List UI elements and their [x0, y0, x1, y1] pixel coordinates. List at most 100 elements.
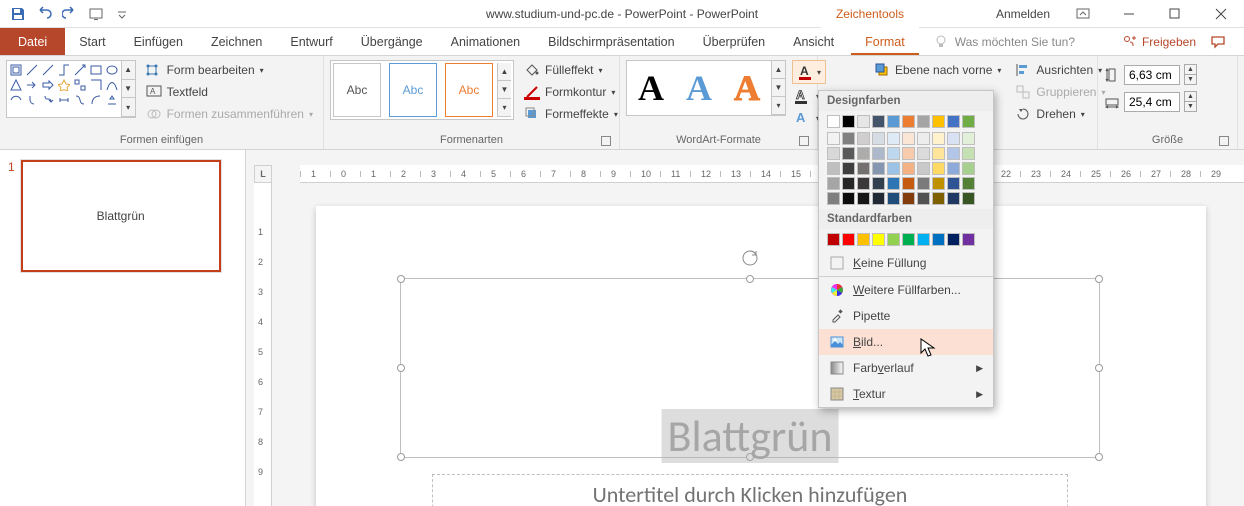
slide-thumbnail-1[interactable]: Blattgrün	[21, 160, 221, 272]
shape-style-2[interactable]: Abc	[389, 63, 437, 117]
tab-animations[interactable]: Animationen	[437, 28, 535, 55]
color-swatch[interactable]	[947, 177, 960, 190]
subtitle-textbox[interactable]: Untertitel durch Klicken hinzufügen	[432, 474, 1068, 506]
styles-scroll[interactable]: ▲▼▾	[497, 63, 511, 117]
texture-item[interactable]: Textur▶	[819, 381, 993, 407]
edit-shape-button[interactable]: Form bearbeiten▾	[142, 60, 317, 80]
color-swatch[interactable]	[932, 177, 945, 190]
color-swatch[interactable]	[857, 162, 870, 175]
color-swatch[interactable]	[857, 177, 870, 190]
color-swatch[interactable]	[842, 233, 855, 246]
color-swatch[interactable]	[962, 147, 975, 160]
color-swatch[interactable]	[872, 115, 885, 128]
resize-handle[interactable]	[397, 453, 405, 461]
gallery-scroll[interactable]: ▲▼▾	[121, 61, 135, 117]
undo-button[interactable]	[32, 2, 56, 26]
tab-insert[interactable]: Einfügen	[120, 28, 197, 55]
color-swatch[interactable]	[917, 233, 930, 246]
tab-review[interactable]: Überprüfen	[689, 28, 780, 55]
comments-icon[interactable]	[1210, 34, 1226, 50]
color-swatch[interactable]	[917, 177, 930, 190]
color-swatch[interactable]	[827, 162, 840, 175]
color-swatch[interactable]	[947, 132, 960, 145]
qat-customize-button[interactable]	[110, 2, 134, 26]
color-swatch[interactable]	[887, 233, 900, 246]
color-swatch[interactable]	[932, 192, 945, 205]
color-swatch[interactable]	[842, 132, 855, 145]
color-swatch[interactable]	[887, 132, 900, 145]
color-swatch[interactable]	[947, 162, 960, 175]
color-swatch[interactable]	[827, 115, 840, 128]
color-swatch[interactable]	[947, 115, 960, 128]
shape-style-3[interactable]: Abc	[445, 63, 493, 117]
height-input[interactable]	[1124, 65, 1180, 85]
color-swatch[interactable]	[962, 115, 975, 128]
wordart-style-2[interactable]: A	[675, 61, 723, 115]
share-button[interactable]: Freigeben	[1122, 34, 1196, 50]
textbox-button[interactable]: ATextfeld	[142, 82, 317, 102]
color-swatch[interactable]	[902, 233, 915, 246]
tab-transitions[interactable]: Übergänge	[347, 28, 437, 55]
color-swatch[interactable]	[857, 192, 870, 205]
color-swatch[interactable]	[962, 162, 975, 175]
align-button[interactable]: Ausrichten▾	[1011, 60, 1109, 80]
color-swatch[interactable]	[902, 177, 915, 190]
tab-file[interactable]: Datei	[0, 28, 65, 55]
color-swatch[interactable]	[887, 192, 900, 205]
shape-style-1[interactable]: Abc	[333, 63, 381, 117]
color-swatch[interactable]	[962, 192, 975, 205]
color-swatch[interactable]	[842, 177, 855, 190]
color-swatch[interactable]	[902, 192, 915, 205]
slide-canvas[interactable]: Blattgrün Untertitel durch Klicken hinzu…	[316, 206, 1206, 506]
color-swatch[interactable]	[872, 233, 885, 246]
save-button[interactable]	[6, 2, 30, 26]
tab-home[interactable]: Start	[65, 28, 119, 55]
color-swatch[interactable]	[842, 147, 855, 160]
color-swatch[interactable]	[887, 162, 900, 175]
rotate-button[interactable]: Drehen▾	[1011, 104, 1109, 124]
dialog-launcher-icon[interactable]	[799, 136, 809, 146]
bring-forward-button[interactable]: Ebene nach vorne ▾	[870, 60, 1005, 80]
wordart-style-3[interactable]: A	[723, 61, 771, 115]
color-swatch[interactable]	[827, 177, 840, 190]
color-swatch[interactable]	[932, 162, 945, 175]
eyedropper-item[interactable]: Pipette	[819, 303, 993, 329]
color-swatch[interactable]	[872, 177, 885, 190]
resize-handle[interactable]	[397, 275, 405, 283]
color-swatch[interactable]	[872, 192, 885, 205]
resize-handle[interactable]	[746, 275, 754, 283]
resize-handle[interactable]	[397, 364, 405, 372]
title-textbox[interactable]: Blattgrün	[400, 278, 1100, 458]
color-swatch[interactable]	[932, 115, 945, 128]
color-swatch[interactable]	[887, 177, 900, 190]
tab-view[interactable]: Ansicht	[779, 28, 848, 55]
gradient-item[interactable]: Farbverlauf▶	[819, 355, 993, 381]
color-swatch[interactable]	[932, 132, 945, 145]
color-swatch[interactable]	[902, 115, 915, 128]
minimize-button[interactable]	[1106, 0, 1152, 28]
no-fill-item[interactable]: Keine Füllung	[819, 250, 993, 276]
color-swatch[interactable]	[917, 132, 930, 145]
color-swatch[interactable]	[902, 162, 915, 175]
resize-handle[interactable]	[1095, 364, 1103, 372]
color-swatch[interactable]	[842, 192, 855, 205]
wordart-style-1[interactable]: A	[627, 61, 675, 115]
color-swatch[interactable]	[932, 147, 945, 160]
color-swatch[interactable]	[932, 233, 945, 246]
color-swatch[interactable]	[857, 233, 870, 246]
color-swatch[interactable]	[827, 147, 840, 160]
color-swatch[interactable]	[857, 115, 870, 128]
shape-fill-button[interactable]: Fülleffekt▾	[520, 60, 622, 80]
wordart-scroll[interactable]: ▲▼▾	[771, 61, 785, 115]
color-swatch[interactable]	[872, 132, 885, 145]
slide-editor[interactable]: L 10123456789101112131415161718192021222…	[246, 150, 1244, 506]
tell-me-search[interactable]: Was möchten Sie tun?	[919, 28, 1122, 55]
color-swatch[interactable]	[842, 115, 855, 128]
redo-button[interactable]	[58, 2, 82, 26]
tab-design[interactable]: Entwurf	[276, 28, 346, 55]
more-colors-item[interactable]: Weitere Füllfarben...	[819, 277, 993, 303]
color-swatch[interactable]	[857, 147, 870, 160]
color-swatch[interactable]	[857, 132, 870, 145]
shapes-gallery[interactable]: ▲▼▾	[6, 60, 136, 118]
color-swatch[interactable]	[947, 233, 960, 246]
